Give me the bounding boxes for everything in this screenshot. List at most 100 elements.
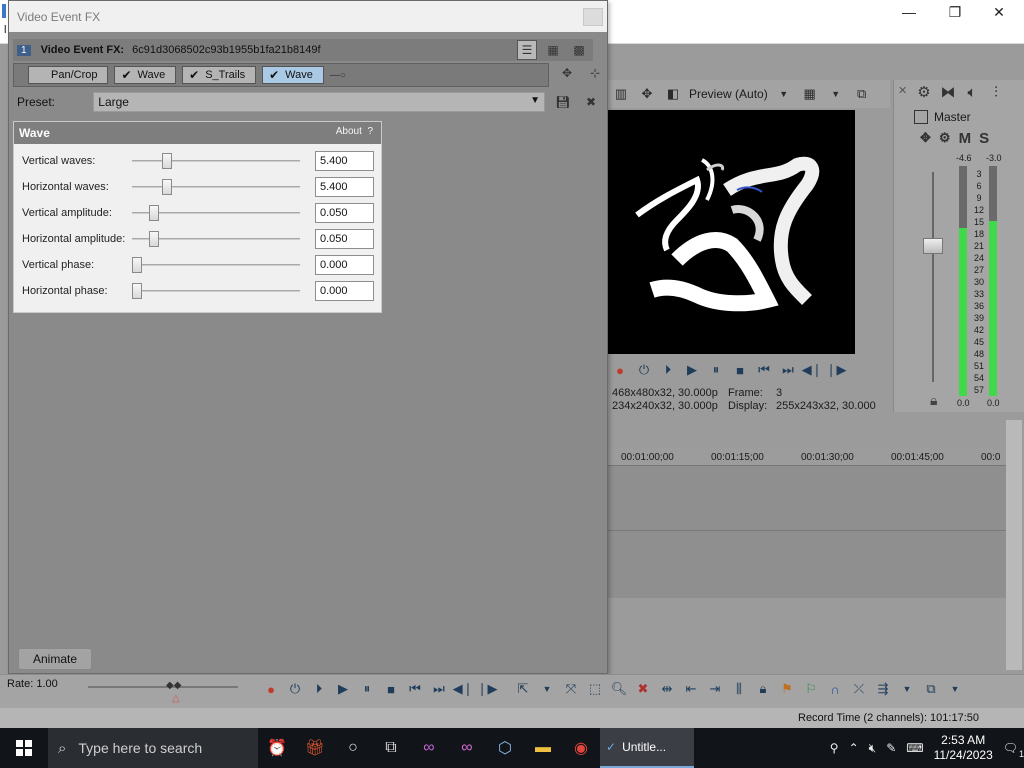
ripple-icon[interactable]: ⇶ (874, 680, 892, 698)
timeline-ruler[interactable]: 00:01:00;00 00:01:15;00 00:01:30;00 00:0… (607, 447, 1007, 465)
trim-end-icon[interactable]: ⇥ (706, 680, 724, 698)
plugin-s-trails[interactable]: ✔ S_Trails (182, 66, 257, 84)
taskbar-search[interactable]: ⌕ Type here to search (48, 728, 258, 768)
parameter-slider-track[interactable] (132, 160, 300, 162)
close-panel-icon[interactable]: ✕ (898, 84, 907, 97)
parameter-slider-thumb[interactable] (132, 283, 142, 299)
split-screen-icon[interactable]: ▥ (611, 84, 631, 104)
parameter-slider-thumb[interactable] (162, 153, 173, 169)
parameter-slider-thumb[interactable] (132, 257, 142, 273)
region-icon[interactable]: ⚐ (802, 680, 820, 698)
clock[interactable]: 2:53 AM 11/24/2023 (934, 733, 993, 763)
notification-icon[interactable]: 🗨︎ 1 (1003, 741, 1024, 759)
chevron-down-icon[interactable]: ▼ (826, 84, 846, 104)
vertical-scrollbar[interactable] (1006, 420, 1022, 670)
task-view-icon[interactable]: ⧉ (372, 728, 410, 768)
go-to-start-icon[interactable]: ⏮ (755, 361, 773, 379)
pen-icon[interactable]: ✎ (886, 741, 896, 755)
zoom-tool-icon[interactable]: 🔍︎ (610, 680, 628, 698)
preset-dropdown[interactable]: Large ▼ (93, 92, 545, 112)
taskbar-active-app[interactable]: ✓ Untitle... (600, 728, 694, 768)
dialog-close-button[interactable] (583, 8, 603, 26)
snapping-icon[interactable]: ∩ (826, 680, 844, 698)
play-icon[interactable]: ▶ (334, 680, 352, 698)
go-to-start-icon[interactable]: ⏮ (406, 680, 424, 698)
grid-icon[interactable]: ▦ (800, 84, 820, 104)
pause-icon[interactable]: ⏸ (707, 361, 725, 379)
envelope-tool-icon[interactable]: ⤧ (562, 680, 580, 698)
chevron-down-icon[interactable]: ▼ (898, 680, 916, 698)
tiles-view-icon[interactable]: ▩ (569, 40, 589, 60)
copy-snapshot-icon[interactable]: ⧉ (852, 84, 872, 104)
parameter-slider-thumb[interactable] (162, 179, 173, 195)
maximize-button[interactable]: ❐ (932, 0, 978, 24)
solo-button[interactable]: S (979, 130, 989, 147)
app-infinity-2-icon[interactable]: ∞ (448, 728, 486, 768)
about-link[interactable]: About ? (336, 126, 373, 137)
remove-plugin-icon[interactable]: ⊹ (585, 63, 605, 83)
stop-icon[interactable]: ■ (731, 361, 749, 379)
alarm-clock-app-icon[interactable]: ⏰ (258, 728, 296, 768)
grid-view-icon[interactable]: ▦ (543, 40, 563, 60)
mute-button[interactable]: M (959, 130, 972, 147)
stop-icon[interactable]: ■ (382, 680, 400, 698)
marker-icon[interactable]: ⚑ (778, 680, 796, 698)
chrome-icon[interactable]: ◉ (562, 728, 600, 768)
start-button[interactable] (0, 728, 48, 768)
chevron-down-icon[interactable]: ▼ (774, 84, 794, 104)
dialog-titlebar[interactable]: Video Event FX (9, 1, 607, 32)
plugin-wave-2[interactable]: ✔ Wave (262, 66, 324, 84)
timeline-tracks[interactable] (607, 465, 1007, 598)
rate-slider-knob[interactable]: ◆◆ (166, 680, 181, 691)
parameter-value-input[interactable]: 0.000 (315, 281, 374, 301)
pause-icon[interactable]: ⏸ (358, 680, 376, 698)
play-icon[interactable]: ▶ (683, 361, 701, 379)
lock-icon[interactable]: 🔒︎ (930, 392, 937, 409)
loop-icon[interactable]: ⏻ (635, 361, 653, 379)
delete-icon[interactable]: ✖ (634, 680, 652, 698)
go-to-end-icon[interactable]: ⏭ (430, 680, 448, 698)
rate-slider[interactable] (88, 686, 238, 688)
parameter-slider-track[interactable] (132, 264, 300, 266)
show-hidden-icons[interactable]: ⌃ (849, 741, 859, 755)
gift-app-icon[interactable]: 🎁︎ (296, 728, 334, 768)
volume-muted-icon[interactable]: 🔇︎ (869, 741, 877, 756)
split-icon[interactable]: ⫼ (730, 680, 748, 698)
save-preset-icon[interactable]: 💾︎ (553, 92, 573, 112)
plugin-wave-1[interactable]: ✔ Wave (114, 66, 177, 84)
next-frame-icon[interactable]: ❘▶ (477, 680, 498, 698)
bus-fx-icon[interactable]: ⚙ (939, 130, 951, 147)
keyboard-icon[interactable]: ⌨ (906, 741, 923, 755)
auto-crossfade-icon[interactable]: ⤫ (850, 680, 868, 698)
grouping-icon[interactable]: ⧉ (922, 680, 940, 698)
plugin-pan-crop[interactable]: Pan/Crop (28, 66, 109, 84)
downmix-icon[interactable]: ⧓ (938, 82, 958, 102)
animate-button[interactable]: Animate (18, 648, 92, 670)
normal-edit-tool-icon[interactable]: ⇱ (514, 680, 532, 698)
list-view-icon[interactable]: ☰ (517, 40, 537, 60)
previous-frame-icon[interactable]: ◀❘ (802, 361, 823, 379)
trim-icon[interactable]: ⇹ (658, 680, 676, 698)
chevron-down-icon[interactable]: ▼ (946, 680, 964, 698)
record-icon[interactable]: ● (262, 680, 280, 698)
parameter-value-input[interactable]: 0.050 (315, 229, 374, 249)
move-icon[interactable]: ✥ (637, 84, 657, 104)
record-icon[interactable]: ● (611, 361, 629, 379)
chevron-down-icon[interactable]: ▼ (538, 680, 556, 698)
cortana-icon[interactable]: ○ (334, 728, 372, 768)
app-infinity-icon[interactable]: ∞ (410, 728, 448, 768)
checkbox-checked-icon[interactable]: ✔ (187, 68, 201, 82)
parameter-value-input[interactable]: 5.400 (315, 151, 374, 171)
people-icon[interactable]: ⚲ (830, 741, 839, 755)
plugin-chooser-icon[interactable]: ✥ (557, 63, 577, 83)
parameter-value-input[interactable]: 0.000 (315, 255, 374, 275)
insert-fx-icon[interactable]: ✥ (920, 130, 931, 147)
lock-icon[interactable]: 🔒︎ (754, 680, 772, 698)
minimize-button[interactable]: — (886, 0, 932, 24)
parameter-slider-track[interactable] (132, 290, 300, 292)
loop-icon[interactable]: ⏻ (286, 680, 304, 698)
parameter-slider-thumb[interactable] (148, 231, 159, 247)
preview-quality-dropdown[interactable]: Preview (Auto) (689, 87, 768, 101)
play-from-start-icon[interactable]: ⏵ (659, 361, 677, 379)
play-from-start-icon[interactable]: ⏵ (310, 680, 328, 698)
